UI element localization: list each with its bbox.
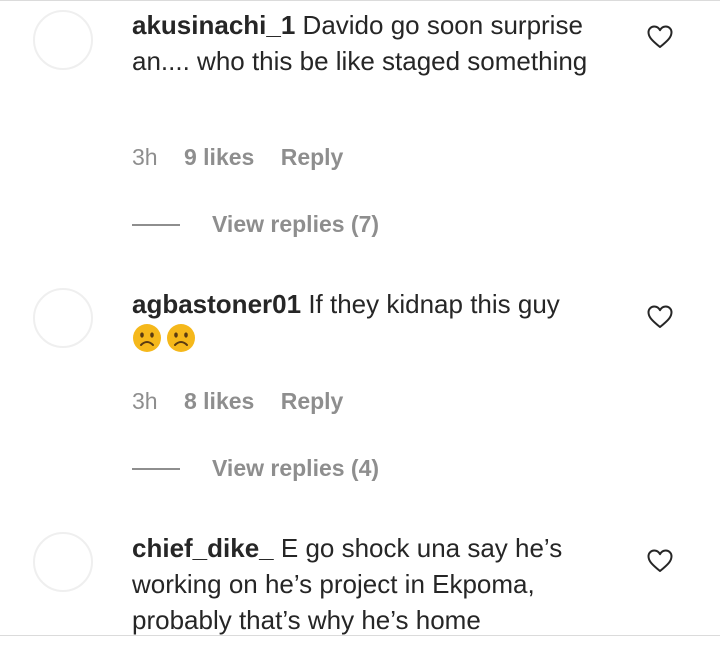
- comment-likes[interactable]: 9 likes: [184, 144, 254, 170]
- reply-button[interactable]: Reply: [281, 388, 344, 414]
- comment-time: 3h: [132, 388, 158, 414]
- comment-meta: 3h 9 likes Reply: [132, 142, 363, 172]
- top-divider: [0, 0, 720, 1]
- comments-list: akusinachi_1 Davido go soon surprise an.…: [0, 0, 720, 647]
- comment-text: chief_dike_ E go shock una say he’s work…: [132, 530, 612, 638]
- avatar[interactable]: [33, 10, 93, 70]
- comment-username[interactable]: akusinachi_1: [132, 10, 295, 40]
- view-replies-label[interactable]: View replies (7): [212, 209, 379, 239]
- replies-divider-line: [132, 224, 180, 226]
- comment-text: akusinachi_1 Davido go soon surprise an.…: [132, 7, 612, 79]
- bottom-divider: [0, 635, 720, 636]
- comment-username[interactable]: chief_dike_: [132, 533, 274, 563]
- heart-outline-icon[interactable]: [647, 305, 673, 329]
- avatar[interactable]: [33, 288, 93, 348]
- comment-text: agbastoner01 If they kidnap this guy: [132, 286, 612, 358]
- comment-body: If they kidnap this guy: [308, 289, 560, 319]
- heart-outline-icon[interactable]: [647, 549, 673, 573]
- replies-divider-line: [132, 468, 180, 470]
- sad-face-emoji-icon: [133, 324, 161, 352]
- comment-username[interactable]: agbastoner01: [132, 289, 301, 319]
- heart-outline-icon[interactable]: [647, 25, 673, 49]
- comment-meta: 3h 8 likes Reply: [132, 386, 363, 416]
- comment-time: 3h: [132, 144, 158, 170]
- sad-face-emoji-icon: [167, 324, 195, 352]
- view-replies-label[interactable]: View replies (4): [212, 453, 379, 483]
- reply-button[interactable]: Reply: [281, 144, 344, 170]
- comment-likes[interactable]: 8 likes: [184, 388, 254, 414]
- avatar[interactable]: [33, 532, 93, 592]
